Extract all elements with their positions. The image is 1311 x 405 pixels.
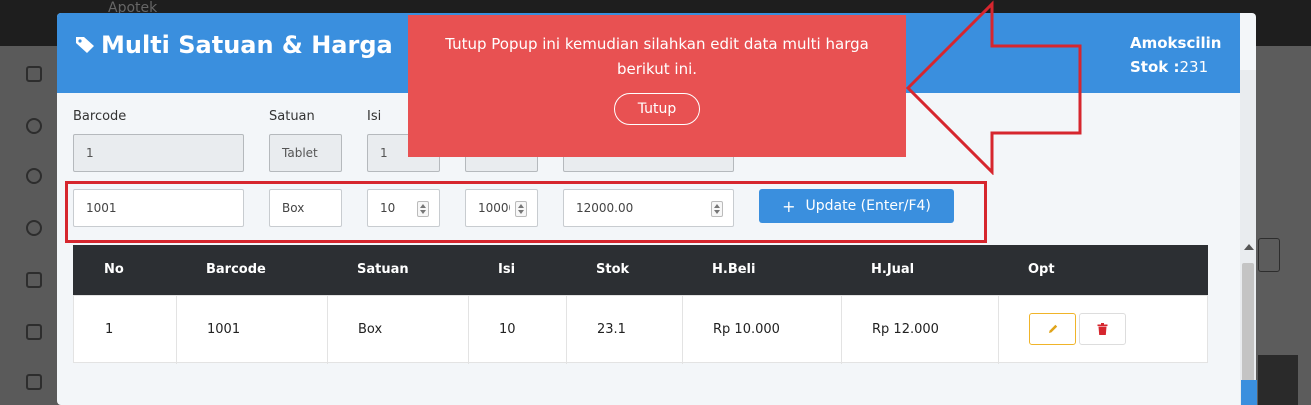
th-harga-jual: H.Jual <box>871 262 915 277</box>
isi-label: Isi <box>367 109 382 124</box>
stock-label: Stok : <box>1130 58 1180 76</box>
stock-info: Stok :231 <box>1130 58 1208 76</box>
cell-no: 1 <box>105 322 114 337</box>
cell-harga-beli: Rp 10.000 <box>713 322 780 337</box>
gear-icon <box>26 220 42 236</box>
background-right-block <box>1258 355 1298 405</box>
popup-message: Tutup Popup ini kemudian silahkan edit d… <box>445 35 869 78</box>
background-right-panel <box>1256 46 1311 405</box>
barcode-label: Barcode <box>73 109 127 124</box>
table-row: 1 1001 Box 10 23.1 Rp 10.000 Rp 12.000 <box>73 295 1208 364</box>
monitor-icon <box>26 66 42 82</box>
cell-stok: 23.1 <box>597 322 626 337</box>
background-right-input <box>1258 238 1280 272</box>
col-divider <box>998 296 999 364</box>
th-opt: Opt <box>1028 262 1055 277</box>
col-divider <box>566 296 567 364</box>
cell-isi: 10 <box>499 322 516 337</box>
cell-satuan: Box <box>358 322 383 337</box>
col-divider <box>841 296 842 364</box>
th-isi: Isi <box>498 262 516 277</box>
scroll-up-arrow-icon[interactable] <box>1244 244 1254 250</box>
cell-barcode: 1001 <box>207 322 241 337</box>
delete-button[interactable] <box>1079 313 1126 345</box>
satuan-label: Satuan <box>269 109 315 124</box>
th-barcode: Barcode <box>206 262 266 277</box>
bed-icon <box>26 374 42 390</box>
base-barcode-field: 1 <box>73 134 244 172</box>
notification-popup: Tutup Popup ini kemudian silahkan edit d… <box>408 15 906 157</box>
col-divider <box>682 296 683 364</box>
modal-title-text: Multi Satuan & Harga <box>101 31 393 59</box>
col-divider <box>176 296 177 364</box>
edit-row-highlight <box>65 181 987 243</box>
th-no: No <box>104 262 124 277</box>
edit-button[interactable] <box>1029 313 1076 345</box>
background-right-accent <box>1241 380 1257 405</box>
tags-icon <box>76 37 94 53</box>
annotation-arrow-icon <box>905 0 1082 175</box>
th-harga-beli: H.Beli <box>712 262 756 277</box>
product-name: Amokscilin <box>1130 34 1222 52</box>
home-icon <box>26 324 42 340</box>
col-divider <box>468 296 469 364</box>
stock-value: 231 <box>1179 58 1209 76</box>
user-icon <box>26 168 42 184</box>
th-satuan: Satuan <box>357 262 409 277</box>
th-stok: Stok <box>596 262 630 277</box>
contact-icon <box>26 272 42 288</box>
cell-harga-jual: Rp 12.000 <box>872 322 939 337</box>
base-satuan-field: Tablet <box>269 134 342 172</box>
pencil-icon <box>1048 324 1057 333</box>
col-divider <box>327 296 328 364</box>
tutup-button[interactable]: Tutup <box>614 93 700 125</box>
info-icon <box>26 118 42 134</box>
table-header: No Barcode Satuan Isi Stok H.Beli H.Jual… <box>73 245 1208 295</box>
modal-title: Multi Satuan & Harga <box>75 31 393 59</box>
trash-icon <box>1097 323 1108 335</box>
